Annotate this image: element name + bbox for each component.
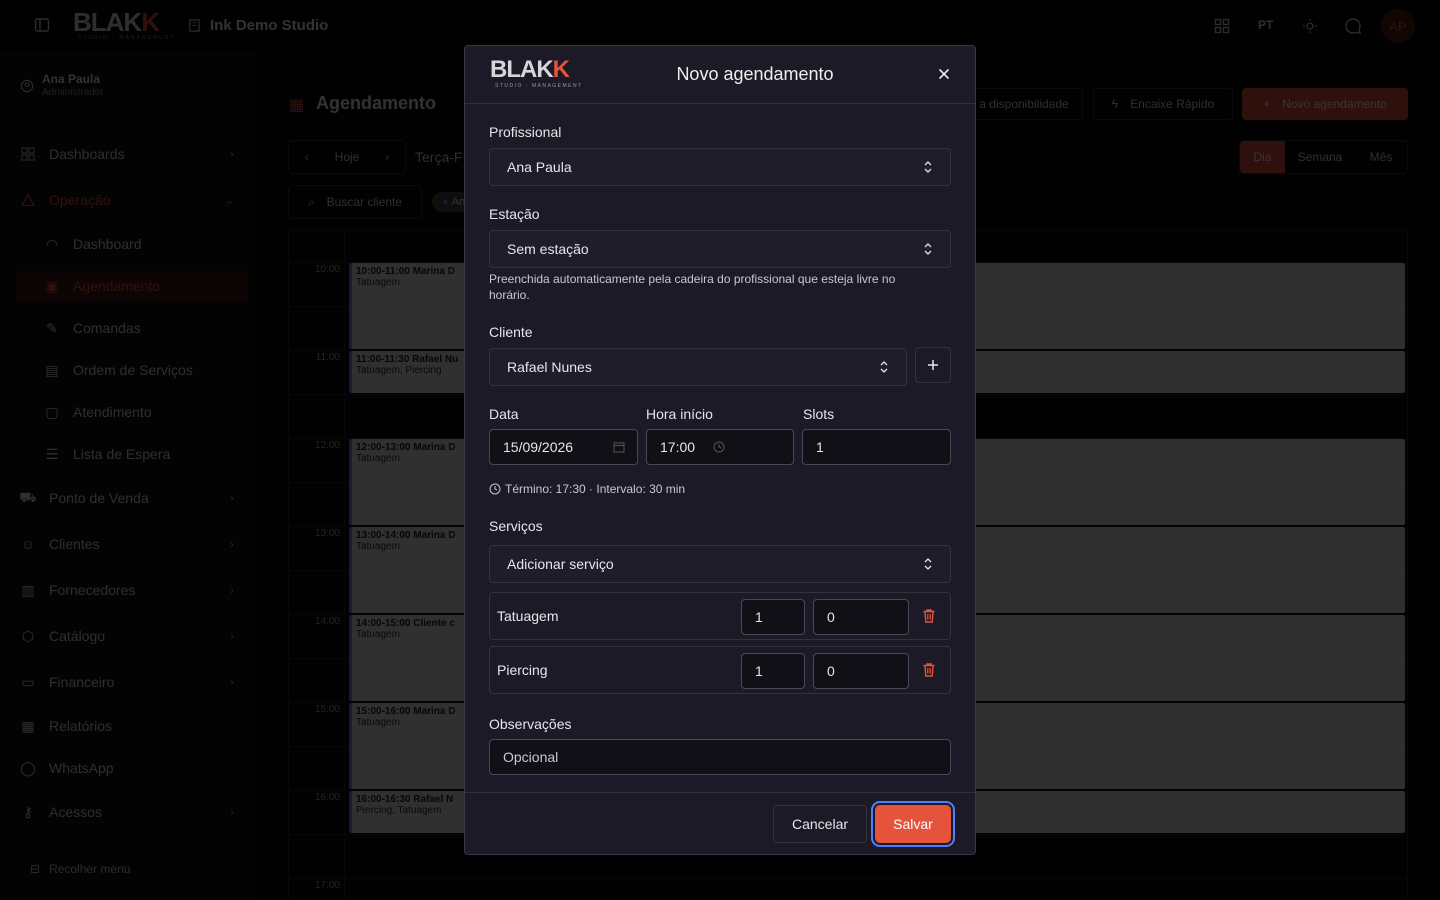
station-hint: Preenchida automaticamente pela cadeira … — [489, 272, 896, 302]
service-quantity-input[interactable]: 1 — [741, 599, 805, 635]
chevron-updown-icon — [923, 557, 933, 571]
start-time-input[interactable]: 17:00 — [646, 429, 794, 465]
station-label: Estação — [489, 206, 540, 222]
slots-input[interactable]: 1 — [802, 429, 951, 465]
chevron-updown-icon — [923, 242, 933, 256]
chevron-updown-icon — [923, 160, 933, 174]
service-row: Piercing 1 0 — [489, 646, 951, 694]
calendar-icon[interactable] — [613, 441, 625, 453]
dialog-footer: Cancelar Salvar — [465, 792, 975, 854]
service-row: Tatuagem 1 0 — [489, 592, 951, 640]
trash-icon — [923, 663, 935, 677]
notes-input[interactable]: Opcional — [489, 739, 951, 775]
close-button[interactable] — [935, 65, 953, 83]
service-price-input[interactable]: 0 — [813, 653, 909, 689]
service-name: Tatuagem — [497, 608, 559, 624]
dialog-header: BLAKK STUDIO · MANAGEMENT Novo agendamen… — [465, 46, 975, 104]
add-service-select[interactable]: Adicionar serviço — [489, 545, 951, 583]
start-time-label: Hora início — [646, 406, 713, 422]
save-button[interactable]: Salvar — [875, 805, 951, 843]
slots-label: Slots — [803, 406, 835, 422]
services-label: Serviços — [489, 518, 543, 534]
clock-icon[interactable] — [713, 441, 725, 453]
professional-select[interactable]: Ana Paula — [489, 148, 951, 186]
service-name: Piercing — [497, 662, 548, 678]
add-client-button[interactable] — [915, 347, 951, 383]
station-select[interactable]: Sem estação — [489, 230, 951, 268]
plus-icon — [928, 360, 938, 370]
trash-icon — [923, 609, 935, 623]
cancel-button[interactable]: Cancelar — [773, 805, 867, 843]
date-label: Data — [489, 406, 519, 422]
chevron-updown-icon — [879, 360, 889, 374]
dialog-title: Novo agendamento — [676, 64, 834, 84]
date-input[interactable]: 15/09/2026 — [489, 429, 638, 465]
clock-icon — [489, 483, 501, 495]
service-price-input[interactable]: 0 — [813, 599, 909, 635]
professional-label: Profissional — [489, 124, 562, 140]
service-quantity-input[interactable]: 1 — [741, 653, 805, 689]
end-time-info: Término: 17:30 · Intervalo: 30 min — [489, 482, 685, 496]
notes-label: Observações — [489, 716, 572, 732]
client-select[interactable]: Rafael Nunes — [489, 348, 907, 386]
delete-service-button[interactable] — [922, 662, 936, 678]
new-appointment-dialog: BLAKK STUDIO · MANAGEMENT Novo agendamen… — [464, 45, 976, 855]
delete-service-button[interactable] — [922, 608, 936, 624]
close-icon — [938, 68, 950, 80]
client-label: Cliente — [489, 324, 533, 340]
